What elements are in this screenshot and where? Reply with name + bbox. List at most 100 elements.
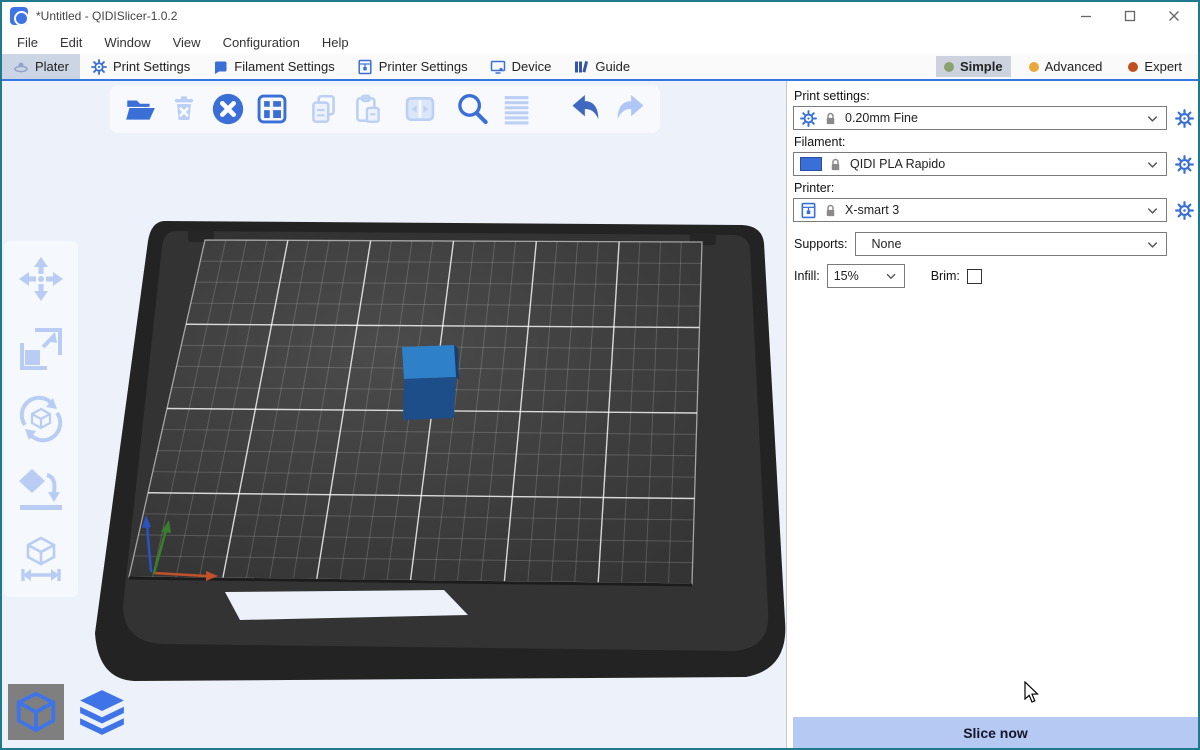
tab-filament-settings[interactable]: Filament Settings [201,54,345,79]
tab-printer-settings[interactable]: Printer Settings [346,54,479,79]
tab-label: Print Settings [113,59,190,74]
print-settings-gear-button[interactable] [1172,106,1196,130]
supports-label: Supports: [794,237,848,251]
search-button[interactable] [450,89,494,129]
menu-edit[interactable]: Edit [49,33,93,52]
filament-icon [212,59,228,75]
delete-all-button[interactable] [206,89,250,129]
brim-checkbox[interactable] [967,269,982,284]
menu-configuration[interactable]: Configuration [212,33,311,52]
print-settings-select[interactable]: 0.20mm Fine [793,106,1167,130]
delete-button[interactable] [162,89,206,129]
scale-icon [17,325,65,373]
filament-gear-button[interactable] [1172,152,1196,176]
arrange-button[interactable] [250,89,294,129]
split-view-button[interactable] [398,89,442,129]
printer-icon [800,202,817,219]
3d-editor-view-button[interactable] [8,684,64,740]
advanced-dot-icon [1029,62,1039,72]
mode-advanced[interactable]: Advanced [1021,56,1111,77]
rotate-tool-button[interactable] [15,393,67,445]
printer-select[interactable]: X-smart 3 [793,198,1167,222]
tab-plater[interactable]: Plater [2,54,80,79]
search-icon [453,90,491,128]
place-on-face-icon [17,465,65,513]
printer-handle-cutout [225,590,468,620]
move-tool-button[interactable] [15,253,67,305]
minimize-button[interactable] [1078,8,1094,24]
model-cube[interactable] [402,345,459,420]
mode-selector: Simple Advanced Expert [936,54,1198,79]
layer-list-button[interactable] [494,89,538,129]
tab-label: Plater [35,59,69,74]
3d-viewport[interactable] [2,81,786,748]
gear-icon [1175,201,1194,220]
gear-icon [91,59,107,75]
expert-dot-icon [1128,62,1138,72]
printer-icon [357,59,373,75]
delete-all-icon [210,91,246,127]
arrange-icon [254,91,290,127]
title-bar: *Untitled - QIDISlicer-1.0.2 [2,2,1198,30]
maximize-button[interactable] [1122,8,1138,24]
place-on-face-tool-button[interactable] [15,463,67,515]
gear-icon [1175,109,1194,128]
print-settings-label: Print settings: [794,89,1198,103]
scale-tool-button[interactable] [15,323,67,375]
lock-icon [823,111,838,126]
printer-gear-button[interactable] [1172,198,1196,222]
copy-button[interactable] [302,89,346,129]
settings-sidebar: Print settings: 0.20mm Fine Filament: QI… [786,81,1198,748]
close-button[interactable] [1166,8,1182,24]
menu-help[interactable]: Help [311,33,360,52]
infill-label: Infill: [794,269,820,283]
menu-bar: File Edit Window View Configuration Help [2,30,1198,54]
tab-guide[interactable]: Guide [562,54,641,79]
trash-icon [168,93,200,125]
3d-view-cube-icon [13,689,59,735]
menu-view[interactable]: View [162,33,212,52]
paste-button[interactable] [346,89,390,129]
move-icon [17,255,65,303]
lock-icon [823,203,838,218]
preview-layers-view-button[interactable] [74,684,130,740]
filament-select[interactable]: QIDI PLA Rapido [793,152,1167,176]
device-icon [490,59,506,75]
filament-label: Filament: [794,135,1198,149]
layer-list-icon [498,91,534,127]
layers-stack-icon [77,687,127,737]
mode-expert[interactable]: Expert [1120,56,1190,77]
mode-simple[interactable]: Simple [936,56,1011,77]
measure-icon [17,535,65,583]
redo-button[interactable] [608,89,652,129]
slice-now-button[interactable]: Slice now [793,717,1198,748]
infill-select[interactable]: 15% [827,264,905,288]
supports-select[interactable]: None [855,232,1167,256]
chevron-down-icon [1145,203,1160,218]
3d-scene[interactable] [2,81,786,748]
tab-print-settings[interactable]: Print Settings [80,54,201,79]
gear-icon [1175,155,1194,174]
chevron-down-icon [1145,157,1160,172]
brim-label: Brim: [931,269,960,283]
menu-window[interactable]: Window [93,33,161,52]
tab-label: Device [512,59,552,74]
guide-icon [573,59,589,75]
tab-label: Printer Settings [379,59,468,74]
undo-button[interactable] [564,89,608,129]
tab-device[interactable]: Device [479,54,563,79]
split-view-icon [402,91,438,127]
chevron-down-icon [1145,111,1160,126]
mouse-cursor [1023,681,1041,705]
gear-icon [800,110,817,127]
view-mode-toolbar [8,684,130,740]
paste-icon [351,92,385,126]
measure-tool-button[interactable] [15,533,67,585]
open-folder-icon [123,92,157,126]
rotate-icon [17,395,65,443]
chevron-down-icon [1145,237,1160,252]
redo-icon [612,91,648,127]
menu-file[interactable]: File [6,33,49,52]
open-button[interactable] [118,89,162,129]
tab-label: Filament Settings [234,59,334,74]
